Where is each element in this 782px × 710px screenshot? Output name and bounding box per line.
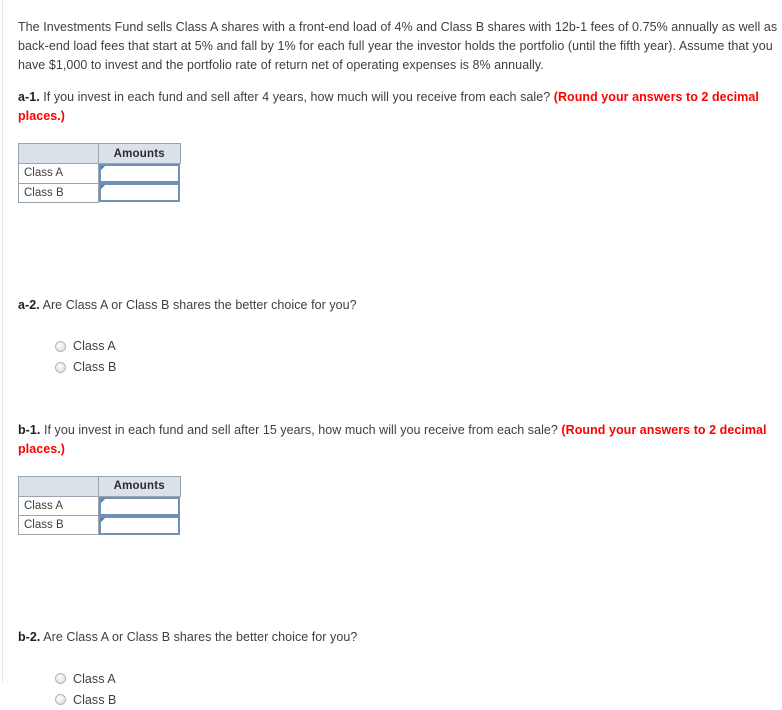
radio-option-a2-class-a[interactable]: Class A <box>55 336 778 357</box>
amounts-table-b: Amounts Class A Class B <box>18 475 181 535</box>
table-a-row-label-class-b: Class B <box>18 182 99 203</box>
question-content: The Investments Fund sells Class A share… <box>18 12 778 710</box>
radio-label-a2-class-a: Class A <box>73 339 116 353</box>
radio-option-b2-class-b[interactable]: Class B <box>55 689 778 710</box>
question-b1-label: b-1. <box>18 422 41 437</box>
question-b1: b-1. If you invest in each fund and sell… <box>18 421 778 459</box>
table-row: Class B <box>18 515 180 535</box>
question-b1-body: If you invest in each fund and sell afte… <box>40 422 562 437</box>
input-wrapper <box>99 183 180 202</box>
radio-option-b2-class-a[interactable]: Class A <box>55 668 778 689</box>
question-a2: a-2. Are Class A or Class B shares the b… <box>18 296 778 315</box>
table-a-header-blank <box>18 143 99 164</box>
question-b2-body: Are Class A or Class B shares the better… <box>40 630 358 644</box>
table-a-cell-class-a <box>98 163 180 183</box>
page-left-edge-rule <box>2 0 3 682</box>
input-wrapper <box>99 496 180 516</box>
amount-input-b-class-b[interactable] <box>99 515 180 535</box>
table-b-cell-class-a <box>98 496 180 516</box>
table-row: Class A <box>18 163 180 184</box>
table-b-row-label-class-a: Class A <box>18 495 99 516</box>
input-wrapper <box>99 164 180 183</box>
radio-group-b2: Class A Class B <box>55 668 778 710</box>
table-row: Class A <box>18 495 180 516</box>
question-a1-label: a-1. <box>18 90 40 104</box>
question-b2-label: b-2. <box>18 630 41 644</box>
amount-input-a-class-b[interactable] <box>99 183 180 202</box>
table-b-cell-class-b <box>98 515 180 535</box>
table-b-header-blank <box>18 475 99 497</box>
question-b2: b-2. Are Class A or Class B shares the b… <box>18 628 778 647</box>
radio-label-b2-class-b: Class B <box>73 692 117 707</box>
table-row: Class B <box>18 182 180 203</box>
table-a-row-label-class-a: Class A <box>18 163 99 184</box>
question-a2-label: a-2. <box>18 297 40 312</box>
radio-button-icon[interactable] <box>55 361 66 373</box>
intro-paragraph: The Investments Fund sells Class A share… <box>18 20 778 72</box>
radio-label-a2-class-b: Class B <box>73 360 117 374</box>
radio-option-a2-class-b[interactable]: Class B <box>55 357 778 378</box>
amount-input-a-class-a[interactable] <box>99 164 180 183</box>
radio-button-icon[interactable] <box>55 694 66 705</box>
table-b-header-amounts: Amounts <box>98 475 181 497</box>
table-b-row-label-class-b: Class B <box>18 515 99 535</box>
input-wrapper <box>99 515 180 535</box>
table-a-header-amounts: Amounts <box>98 143 181 164</box>
radio-button-icon[interactable] <box>55 673 66 684</box>
question-a2-body: Are Class A or Class B shares the better… <box>39 297 357 312</box>
table-a-cell-class-b <box>98 183 180 202</box>
table-header-row: Amounts <box>18 475 181 497</box>
amount-input-b-class-a[interactable] <box>99 496 180 516</box>
table-header-row: Amounts <box>18 143 181 164</box>
radio-group-a2: Class A Class B <box>55 336 778 378</box>
radio-label-b2-class-a: Class A <box>73 671 116 686</box>
amounts-table-a: Amounts Class A Class B <box>18 143 181 203</box>
question-a1-body: If you invest in each fund and sell afte… <box>39 90 554 104</box>
question-a1: a-1. If you invest in each fund and sell… <box>18 88 778 126</box>
radio-button-icon[interactable] <box>55 340 66 352</box>
